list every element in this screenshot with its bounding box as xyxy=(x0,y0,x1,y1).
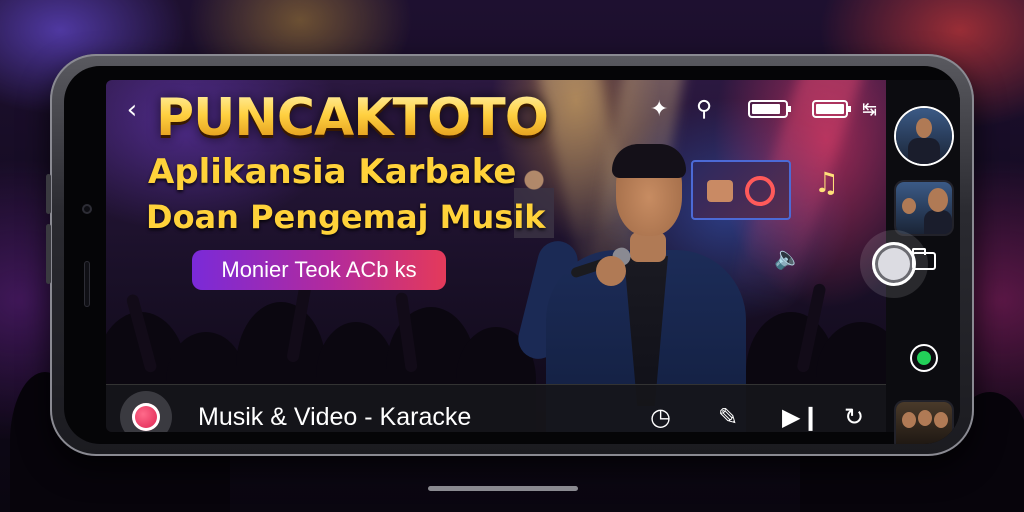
music-note-icon: ♫ xyxy=(814,166,840,199)
refresh-icon[interactable]: ↻ xyxy=(844,385,864,432)
phone-frame: ‹ PUNCAKTOTO Aplikansia Karbake Doan Pen… xyxy=(46,54,974,456)
timer-icon[interactable]: ◷ xyxy=(650,385,671,432)
brand-title: PUNCAKTOTO xyxy=(156,88,549,148)
edit-icon[interactable]: ✎ xyxy=(718,385,738,432)
toolbar-title: Musik & Video - Karacke xyxy=(198,403,472,431)
folder-icon[interactable] xyxy=(912,248,936,270)
back-arrow-icon[interactable]: ‹ xyxy=(118,96,146,124)
front-camera xyxy=(82,204,92,214)
subtitle-line-1: Aplikansia Karbake xyxy=(148,152,517,192)
profile-thumbnail[interactable] xyxy=(896,108,952,164)
battery-icon xyxy=(748,100,791,118)
battery-status-icon xyxy=(812,100,851,118)
record-button[interactable] xyxy=(120,391,172,432)
right-rail xyxy=(860,80,960,444)
feature-pill-button[interactable]: Monier Teok ACb ks xyxy=(192,250,446,290)
video-thumbnail[interactable] xyxy=(896,182,952,234)
status-indicator[interactable] xyxy=(910,344,938,372)
earpiece-speaker xyxy=(84,261,90,307)
record-icon xyxy=(132,403,160,431)
phone-display: ‹ PUNCAKTOTO Aplikansia Karbake Doan Pen… xyxy=(64,66,960,444)
video-screen: ‹ PUNCAKTOTO Aplikansia Karbake Doan Pen… xyxy=(106,80,886,432)
search-icon[interactable]: ⚲ xyxy=(696,96,712,124)
group-thumbnail[interactable] xyxy=(896,402,952,444)
home-indicator[interactable] xyxy=(428,486,578,491)
subtitle-line-2: Doan Pengemaj Musik xyxy=(146,198,546,236)
bottom-toolbar: Musik & Video - Karacke ◷ ✎ ▶❙ ↻ xyxy=(106,384,886,432)
speaker-icon[interactable]: 🔈 xyxy=(774,246,801,271)
sparkle-icon[interactable]: ✦ xyxy=(650,96,668,124)
skip-next-icon[interactable]: ▶❙ xyxy=(782,385,821,432)
charging-icon: ↹ xyxy=(862,99,878,120)
